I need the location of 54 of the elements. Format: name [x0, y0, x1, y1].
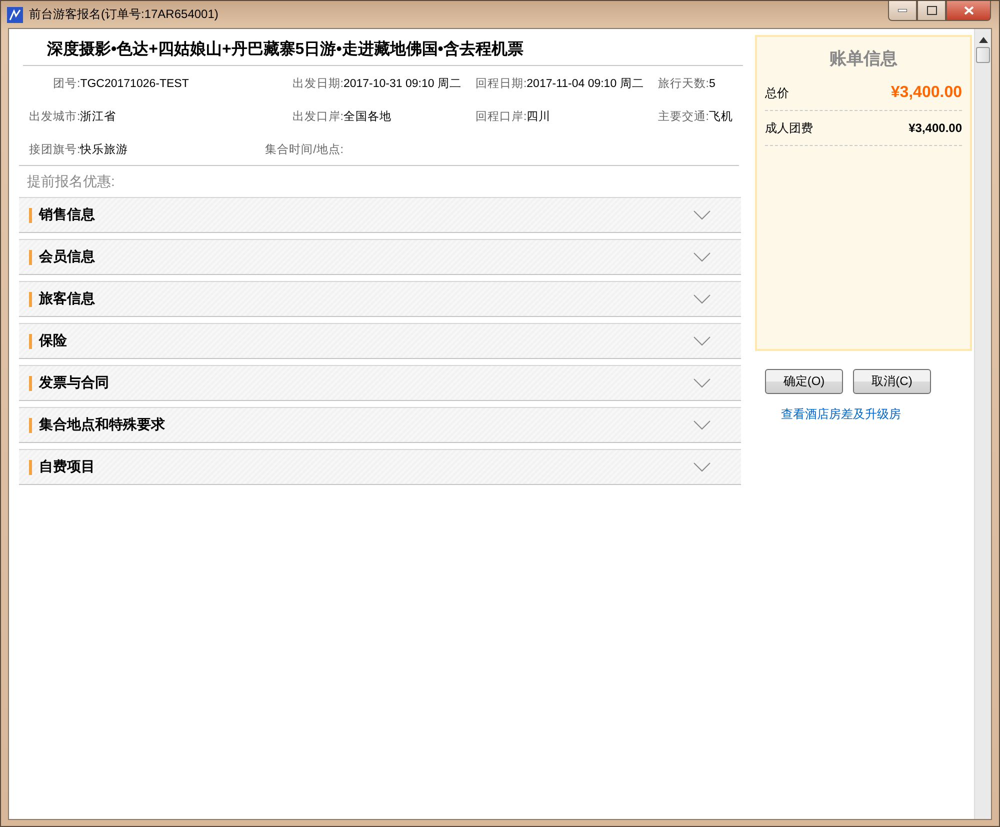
close-icon	[964, 6, 974, 15]
minimize-icon	[898, 9, 907, 12]
field-value: 飞机	[709, 110, 734, 125]
field-value: TGC20171026-TEST	[80, 77, 190, 92]
section-header[interactable]: 自费项目	[19, 449, 741, 485]
field-value: 2017-10-31 09:10 周二	[343, 77, 462, 92]
minimize-button[interactable]	[888, 1, 917, 21]
chevron-icon	[693, 462, 711, 472]
field-label: 接团旗号:	[28, 142, 80, 158]
chevron-icon	[693, 336, 711, 346]
scroll-up-icon[interactable]	[978, 37, 988, 43]
field-label: 集合时间/地点:	[264, 142, 344, 158]
field-value: 浙江省	[80, 110, 118, 125]
field-value: 5	[709, 77, 716, 92]
section-header[interactable]: 销售信息	[19, 197, 741, 233]
discount-label: 提前报名优惠:	[26, 172, 116, 191]
field-value: 2017-11-04 09:10 周二	[526, 77, 645, 92]
dialog-button[interactable]: 取消(C)	[853, 369, 931, 394]
dialog-button[interactable]: 确定(O)	[765, 369, 843, 394]
field-value: 全国各地	[343, 110, 392, 125]
maximize-button[interactable]	[917, 1, 946, 21]
hotel-upgrade-link[interactable]: 查看酒店房差及升级房	[755, 394, 972, 423]
section-header[interactable]: 保险	[19, 323, 741, 359]
scroll-thumb[interactable]	[976, 47, 990, 63]
bill-item-amount: ¥3,400.00	[908, 121, 962, 135]
window-title: 前台游客报名(订单号:17AR654001)	[29, 6, 218, 23]
bill-item-label: 成人团费	[765, 120, 813, 136]
field-label: 团号:	[52, 77, 80, 92]
field-label: 回程口岸:	[474, 110, 527, 125]
field-label: 出发口岸:	[291, 110, 344, 125]
chevron-icon	[693, 420, 711, 430]
maximize-icon	[926, 6, 936, 15]
section-header[interactable]: 集合地点和特殊要求	[19, 407, 741, 443]
field-label: 回程日期:	[474, 76, 527, 92]
scrollbar[interactable]	[974, 29, 991, 819]
section-header[interactable]: 发票与合同	[19, 365, 741, 401]
chevron-icon	[693, 210, 711, 220]
tour-title: 深度摄影•色达+四姑娘山+丹巴藏寨5日游•走进藏地佛国•含去程机票	[23, 35, 743, 66]
bill-title: 账单信息	[828, 48, 898, 70]
section-header[interactable]: 旅客信息	[19, 281, 741, 317]
section-header[interactable]: 会员信息	[19, 239, 741, 275]
field-label: 出发日期:	[291, 76, 344, 92]
close-button[interactable]	[946, 1, 991, 21]
app-icon	[7, 6, 23, 22]
chevron-icon	[693, 294, 711, 304]
field-label: 旅行天数:	[656, 76, 709, 92]
chevron-icon	[693, 378, 711, 388]
total-price: ¥3,400.00	[890, 84, 962, 102]
total-label: 总价	[765, 84, 789, 102]
field-value: 快乐旅游	[80, 142, 130, 158]
field-value: 四川	[526, 110, 552, 125]
field-label: 出发城市:	[28, 109, 80, 125]
chevron-icon	[693, 252, 711, 262]
field-label: 主要交通:	[656, 109, 709, 125]
